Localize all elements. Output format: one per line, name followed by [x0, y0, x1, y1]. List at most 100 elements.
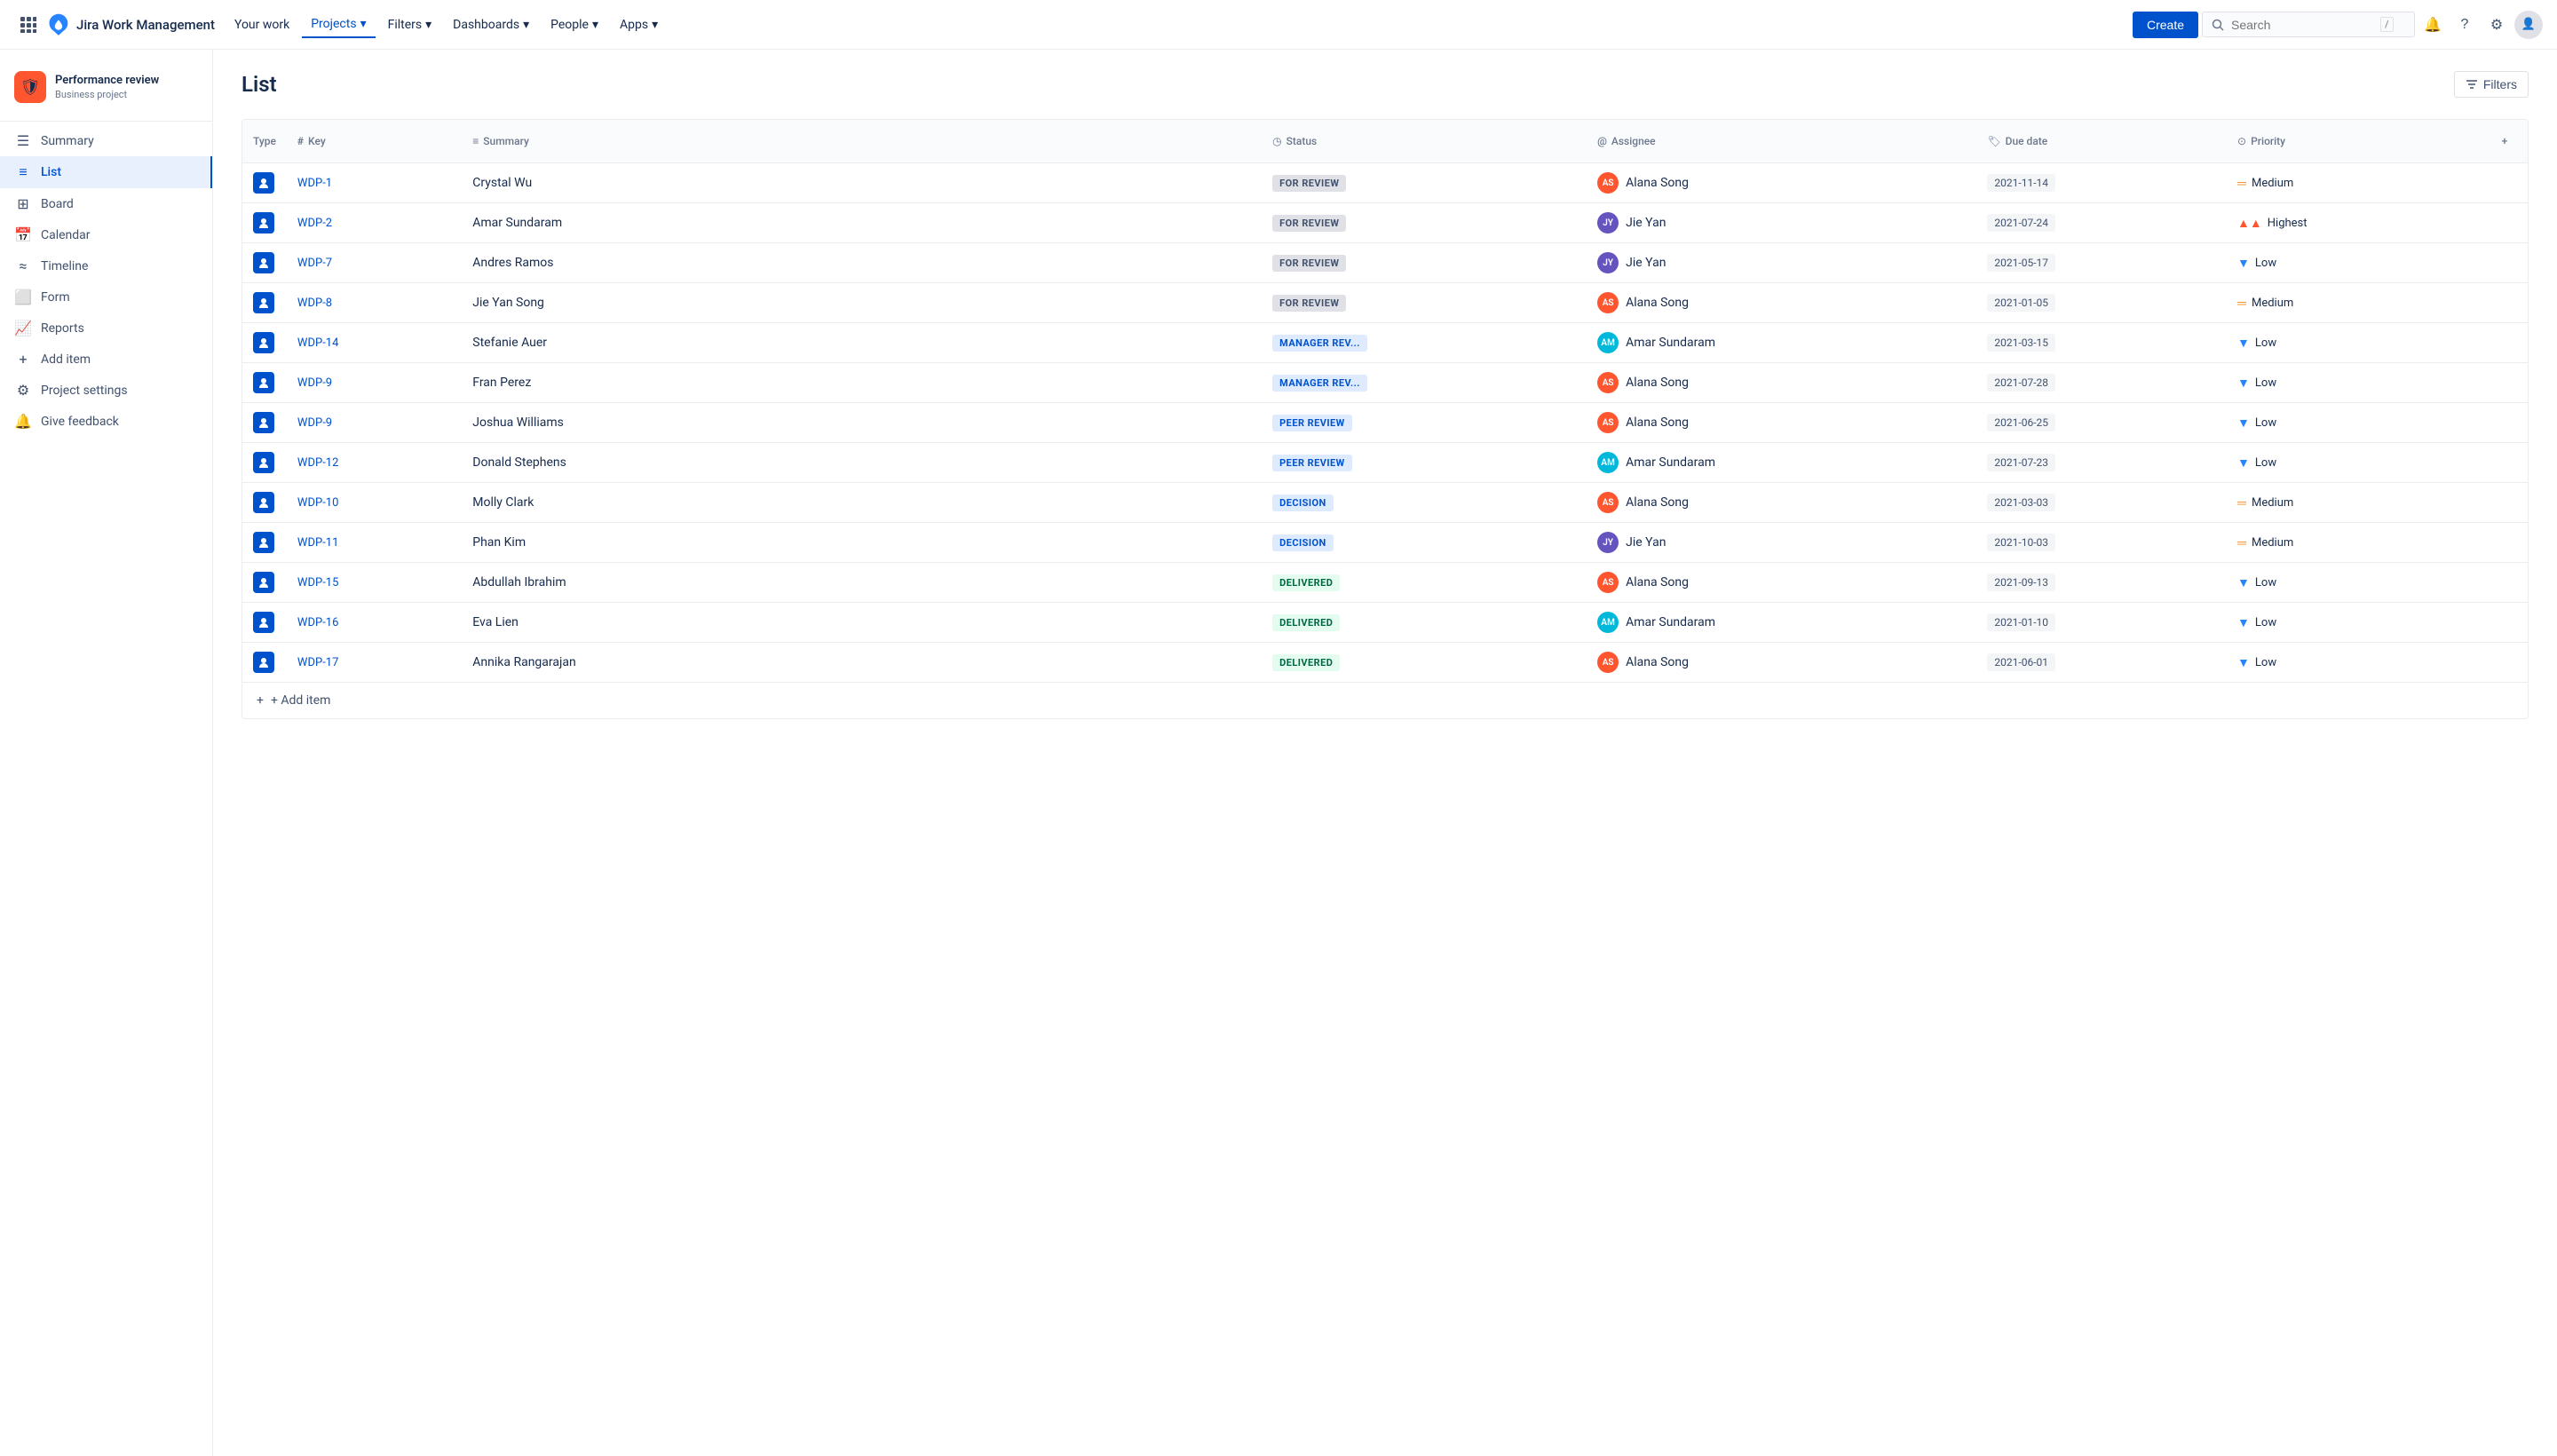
key-link-9[interactable]: WDP-11	[297, 536, 338, 550]
cell-summary-12[interactable]: Annika Rangarajan	[462, 643, 1262, 683]
status-badge-0[interactable]: FOR REVIEW	[1272, 175, 1346, 192]
status-badge-2[interactable]: FOR REVIEW	[1272, 255, 1346, 272]
filters-button[interactable]: Filters	[2454, 71, 2529, 98]
cell-summary-8[interactable]: Molly Clark	[462, 483, 1262, 523]
cell-summary-9[interactable]: Phan Kim	[462, 523, 1262, 563]
search-box[interactable]: /	[2202, 12, 2415, 37]
due-date-badge-5: 2021-07-28	[1987, 374, 2055, 392]
grid-menu-button[interactable]	[14, 11, 43, 39]
sidebar-item-list[interactable]: ≡ List	[0, 156, 212, 188]
sidebar-item-add-item[interactable]: + Add item	[0, 344, 212, 375]
priority-icon-10: ▼	[2237, 575, 2250, 590]
cell-summary-7[interactable]: Donald Stephens	[462, 443, 1262, 483]
col-key[interactable]: # Key	[287, 120, 462, 163]
nav-filters[interactable]: Filters ▾	[379, 12, 441, 37]
help-button[interactable]: ?	[2450, 11, 2479, 39]
key-link-0[interactable]: WDP-1	[297, 177, 332, 190]
cell-summary-6[interactable]: Joshua Williams	[462, 403, 1262, 443]
cell-due-date-2: 2021-05-17	[1976, 243, 2227, 283]
cell-summary-11[interactable]: Eva Lien	[462, 603, 1262, 643]
col-due-date[interactable]: 🏷 Due date	[1976, 120, 2227, 163]
priority-cell-2: ▼ Low	[2237, 256, 2471, 271]
cell-assignee-1: JY Jie Yan	[1587, 203, 1976, 243]
cell-summary-4[interactable]: Stefanie Auer	[462, 323, 1262, 363]
assignee-avatar-1: JY	[1597, 212, 1619, 233]
key-link-7[interactable]: WDP-12	[297, 456, 338, 470]
cell-assignee-10: AS Alana Song	[1587, 563, 1976, 603]
status-badge-3[interactable]: FOR REVIEW	[1272, 295, 1346, 312]
priority-cell-12: ▼ Low	[2237, 655, 2471, 670]
key-link-12[interactable]: WDP-17	[297, 656, 338, 669]
key-link-4[interactable]: WDP-14	[297, 336, 338, 350]
list-icon: ≡	[14, 163, 32, 181]
cell-summary-10[interactable]: Abdullah Ibrahim	[462, 563, 1262, 603]
notifications-button[interactable]: 🔔	[2418, 11, 2447, 39]
status-badge-4[interactable]: MANAGER REV...	[1272, 335, 1367, 352]
key-link-2[interactable]: WDP-7	[297, 257, 332, 270]
col-type[interactable]: Type	[242, 120, 287, 163]
col-summary[interactable]: ≡ Summary	[462, 120, 1262, 163]
summary-icon: ☰	[14, 132, 32, 149]
sidebar-item-reports[interactable]: 📈 Reports	[0, 313, 212, 344]
status-badge-6[interactable]: PEER REVIEW	[1272, 415, 1352, 431]
col-assignee[interactable]: @ Assignee	[1587, 120, 1976, 163]
nav-people[interactable]: People ▾	[542, 12, 607, 37]
key-link-11[interactable]: WDP-16	[297, 616, 338, 629]
cell-due-date-3: 2021-01-05	[1976, 283, 2227, 323]
search-input[interactable]	[2231, 18, 2373, 32]
priority-cell-5: ▼ Low	[2237, 376, 2471, 391]
cell-summary-1[interactable]: Amar Sundaram	[462, 203, 1262, 243]
assignee-name-2: Jie Yan	[1626, 256, 1666, 270]
app-name: Jira Work Management	[76, 17, 215, 33]
settings-button[interactable]: ⚙	[2482, 11, 2511, 39]
cell-summary-3[interactable]: Jie Yan Song	[462, 283, 1262, 323]
key-link-6[interactable]: WDP-9	[297, 416, 332, 430]
apps-grid-icon[interactable]	[14, 11, 43, 39]
nav-projects[interactable]: Projects ▾	[302, 12, 375, 38]
sidebar-item-calendar[interactable]: 📅 Calendar	[0, 219, 212, 250]
cell-status-5: MANAGER REV...	[1262, 363, 1587, 403]
project-header: 🛡 Performance review Business project	[0, 64, 212, 117]
status-badge-8[interactable]: DECISION	[1272, 495, 1334, 511]
status-badge-11[interactable]: DELIVERED	[1272, 614, 1340, 631]
sidebar-item-project-settings[interactable]: ⚙ Project settings	[0, 375, 212, 406]
nav-your-work[interactable]: Your work	[226, 12, 298, 37]
cell-status-4: MANAGER REV...	[1262, 323, 1587, 363]
key-link-3[interactable]: WDP-8	[297, 297, 332, 310]
status-badge-5[interactable]: MANAGER REV...	[1272, 375, 1367, 392]
key-link-10[interactable]: WDP-15	[297, 576, 338, 590]
sidebar-item-summary[interactable]: ☰ Summary	[0, 125, 212, 156]
col-due-date-icon: 🏷	[1987, 135, 2000, 147]
col-add[interactable]: +	[2482, 120, 2528, 163]
app-logo[interactable]: Jira Work Management	[46, 12, 215, 37]
status-badge-12[interactable]: DELIVERED	[1272, 654, 1340, 671]
sidebar-item-form[interactable]: ⬜ Form	[0, 281, 212, 313]
nav-dashboards[interactable]: Dashboards ▾	[444, 12, 538, 37]
sidebar-item-board[interactable]: ⊞ Board	[0, 188, 212, 219]
sidebar-item-timeline[interactable]: ≈ Timeline	[0, 250, 212, 281]
status-badge-1[interactable]: FOR REVIEW	[1272, 215, 1346, 232]
nav-apps[interactable]: Apps ▾	[611, 12, 667, 37]
create-button[interactable]: Create	[2133, 12, 2198, 38]
key-link-8[interactable]: WDP-10	[297, 496, 338, 510]
col-priority[interactable]: ⊙ Priority	[2227, 120, 2482, 163]
add-column-button[interactable]: +	[2492, 129, 2517, 154]
add-item-row-button[interactable]: + + Add item	[242, 682, 2528, 718]
cell-type-6	[242, 403, 287, 443]
table-row: WDP-17 Annika Rangarajan DELIVERED AS Al…	[242, 643, 2528, 683]
status-badge-7[interactable]: PEER REVIEW	[1272, 455, 1352, 471]
cell-summary-5[interactable]: Fran Perez	[462, 363, 1262, 403]
cell-summary-2[interactable]: Andres Ramos	[462, 243, 1262, 283]
cell-key-5: WDP-9	[287, 363, 462, 403]
col-status[interactable]: ◷ Status	[1262, 120, 1587, 163]
assignee-cell-3: AS Alana Song	[1597, 292, 1966, 313]
type-icon-7	[253, 452, 274, 473]
status-badge-10[interactable]: DELIVERED	[1272, 574, 1340, 591]
cell-summary-0[interactable]: Crystal Wu	[462, 163, 1262, 203]
key-link-5[interactable]: WDP-9	[297, 376, 332, 390]
cell-priority-7: ▼ Low	[2227, 443, 2482, 483]
status-badge-9[interactable]: DECISION	[1272, 534, 1334, 551]
user-avatar-button[interactable]: 👤	[2514, 11, 2543, 39]
key-link-1[interactable]: WDP-2	[297, 217, 332, 230]
sidebar-item-give-feedback[interactable]: 🔔 Give feedback	[0, 406, 212, 437]
